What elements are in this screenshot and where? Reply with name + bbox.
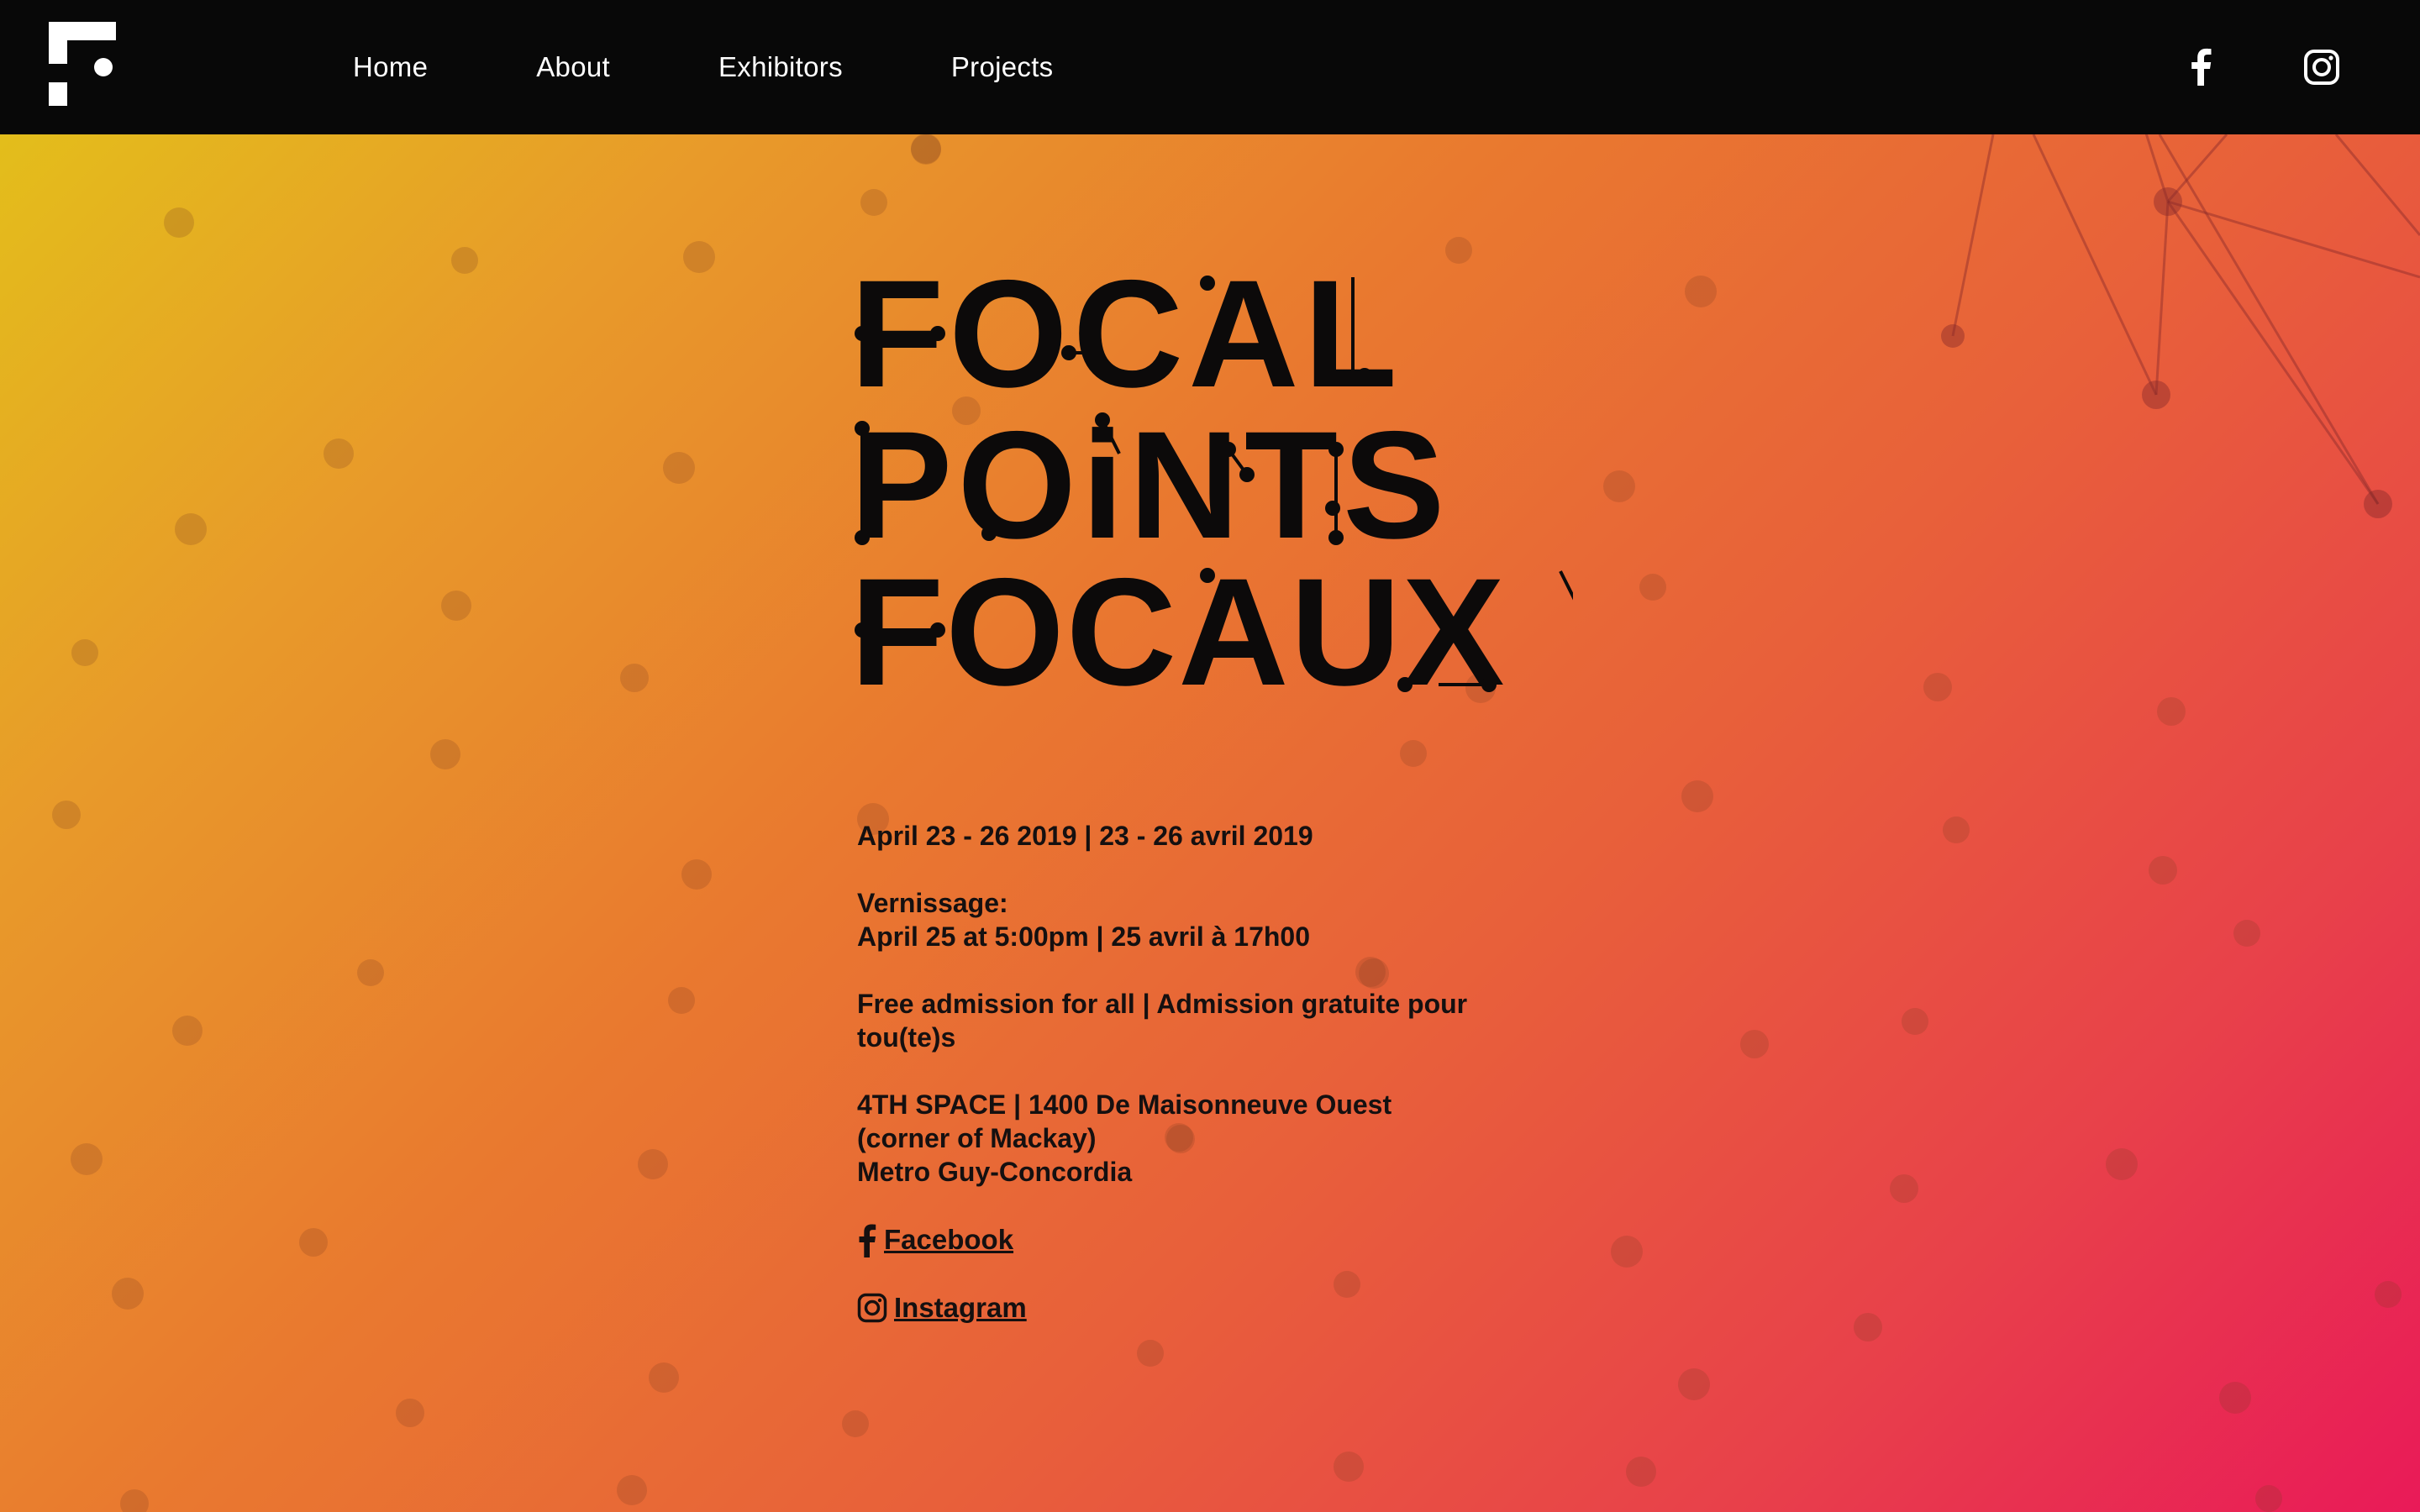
admission-text: Free admission for all | Admission gratu… (857, 989, 1468, 1053)
facebook-icon (859, 1224, 876, 1257)
title-line-3: FOCAUX (850, 546, 1506, 697)
address-line-3: Metro Guy-Concordia (857, 1157, 1133, 1187)
nav-home[interactable]: Home (353, 51, 428, 83)
vernissage-block: Vernissage: April 25 at 5:00pm | 25 avri… (857, 886, 1546, 953)
nav-about[interactable]: About (536, 51, 610, 83)
instagram-icon[interactable] (2298, 44, 2345, 91)
address-line-2: (corner of Mackay) (857, 1123, 1097, 1153)
vernissage-time: April 25 at 5:00pm | 25 avril à 17h00 (857, 921, 1311, 952)
event-dates: April 23 - 26 2019 | 23 - 26 avril 2019 (857, 821, 1313, 851)
hero-title: FOCAL POiNTS FOCAUX (850, 260, 1573, 697)
title-line-2: POiNTS (850, 399, 1450, 570)
facebook-link[interactable]: Facebook (884, 1223, 1013, 1257)
focal-points-logo[interactable] (49, 22, 116, 106)
nav-projects[interactable]: Projects (951, 51, 1054, 83)
address-block: 4TH SPACE | 1400 De Maisonneuve Ouest (c… (857, 1088, 1546, 1189)
nav-exhibitors[interactable]: Exhibitors (718, 51, 843, 83)
title-line-1: FOCAL (850, 260, 1402, 419)
instagram-icon (857, 1293, 887, 1323)
facebook-link-row[interactable]: Facebook (857, 1222, 1546, 1257)
instagram-link[interactable]: Instagram (894, 1291, 1027, 1325)
main-nav: Home About Exhibitors Projects (353, 0, 1161, 134)
top-nav-bar: Home About Exhibitors Projects (0, 0, 2420, 134)
vernissage-label: Vernissage: (857, 888, 1008, 918)
event-info: April 23 - 26 2019 | 23 - 26 avril 2019 … (857, 819, 1546, 1358)
instagram-link-row[interactable]: Instagram (857, 1291, 1546, 1325)
address-line-1: 4TH SPACE | 1400 De Maisonneuve Ouest (857, 1089, 1392, 1120)
facebook-icon[interactable] (2178, 44, 2225, 91)
